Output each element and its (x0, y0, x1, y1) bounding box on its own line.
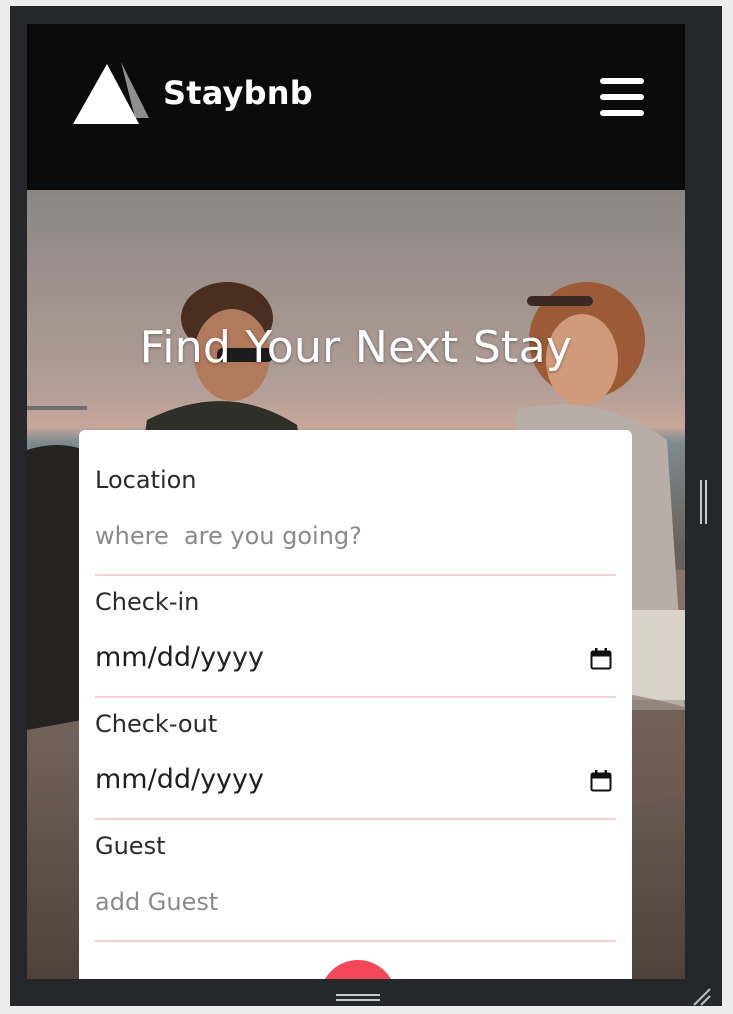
guest-input[interactable] (95, 888, 575, 916)
brand-name[interactable]: Staybnb (163, 74, 313, 112)
triangle-logo-icon[interactable] (73, 62, 149, 124)
guest-field: Guest (95, 832, 616, 942)
checkout-date-input[interactable]: mm/dd/yyyy (95, 764, 616, 795)
guest-label: Guest (95, 832, 166, 860)
checkin-label: Check-in (95, 588, 200, 616)
page-viewport: Staybnb Find Your Next Stay Location whe… (27, 24, 685, 979)
guest-divider (95, 940, 616, 942)
location-input[interactable] (95, 522, 575, 550)
calendar-icon[interactable] (590, 770, 612, 792)
location-divider (95, 574, 616, 576)
hamburger-menu-icon[interactable] (597, 74, 647, 120)
hero-section: Find Your Next Stay Location Check-in mm… (27, 190, 685, 979)
search-button[interactable] (320, 960, 396, 979)
checkin-date-value: mm/dd/yyyy (95, 642, 264, 673)
location-field: Location (95, 466, 616, 576)
checkin-date-input[interactable]: mm/dd/yyyy (95, 642, 616, 673)
side-resize-handle[interactable] (699, 480, 709, 526)
calendar-icon[interactable] (590, 648, 612, 670)
search-form-card: Location Check-in mm/dd/yyyy (79, 430, 632, 979)
hero-title: Find Your Next Stay (139, 322, 573, 373)
checkin-field: Check-in mm/dd/yyyy (95, 588, 616, 698)
checkin-divider (95, 696, 616, 698)
resize-corner-icon[interactable] (690, 985, 714, 1009)
checkout-divider (95, 818, 616, 820)
navbar: Staybnb (27, 24, 685, 190)
location-label: Location (95, 466, 197, 494)
checkout-field: Check-out mm/dd/yyyy (95, 710, 616, 820)
bottom-resize-handle[interactable] (336, 993, 380, 1003)
checkout-label: Check-out (95, 710, 218, 738)
checkout-date-value: mm/dd/yyyy (95, 764, 264, 795)
